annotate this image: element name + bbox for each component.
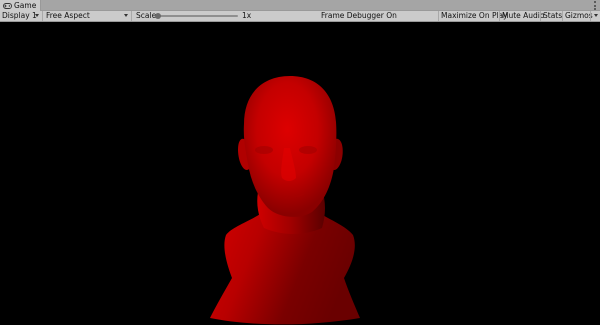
game-viewport[interactable] (0, 22, 600, 325)
gamepad-icon (3, 2, 12, 9)
scale-slider-handle[interactable] (155, 13, 161, 19)
frame-debugger-status: Frame Debugger On (321, 11, 397, 20)
display-dropdown-label: Display 1 (2, 11, 37, 20)
chevron-down-icon (594, 14, 598, 17)
maximize-on-play-toggle[interactable]: Maximize On Play (438, 11, 508, 21)
stats-toggle[interactable]: Stats (540, 11, 562, 21)
chevron-down-icon (35, 14, 39, 17)
aspect-dropdown[interactable]: Free Aspect (44, 11, 132, 21)
scale-slider-track[interactable] (158, 15, 238, 17)
chevron-down-icon (124, 14, 128, 17)
game-window: Game Display 1 Free Aspect Scale 1x Fram… (0, 0, 600, 325)
more-options-icon[interactable] (593, 1, 596, 10)
tab-game[interactable]: Game (0, 0, 41, 11)
game-toolbar: Display 1 Free Aspect Scale 1x Frame Deb… (0, 11, 600, 22)
aspect-dropdown-label: Free Aspect (46, 11, 90, 20)
tab-bar: Game (0, 0, 600, 11)
mute-audio-toggle[interactable]: Mute Audio (499, 11, 544, 21)
head-bust-model (210, 76, 360, 325)
display-dropdown[interactable]: Display 1 (0, 11, 43, 21)
scale-label: Scale (136, 11, 157, 20)
gizmos-dropdown[interactable] (590, 11, 600, 21)
tab-game-label: Game (14, 1, 37, 10)
scale-value: 1x (242, 11, 252, 20)
gizmos-toggle[interactable]: Gizmos (562, 11, 593, 21)
